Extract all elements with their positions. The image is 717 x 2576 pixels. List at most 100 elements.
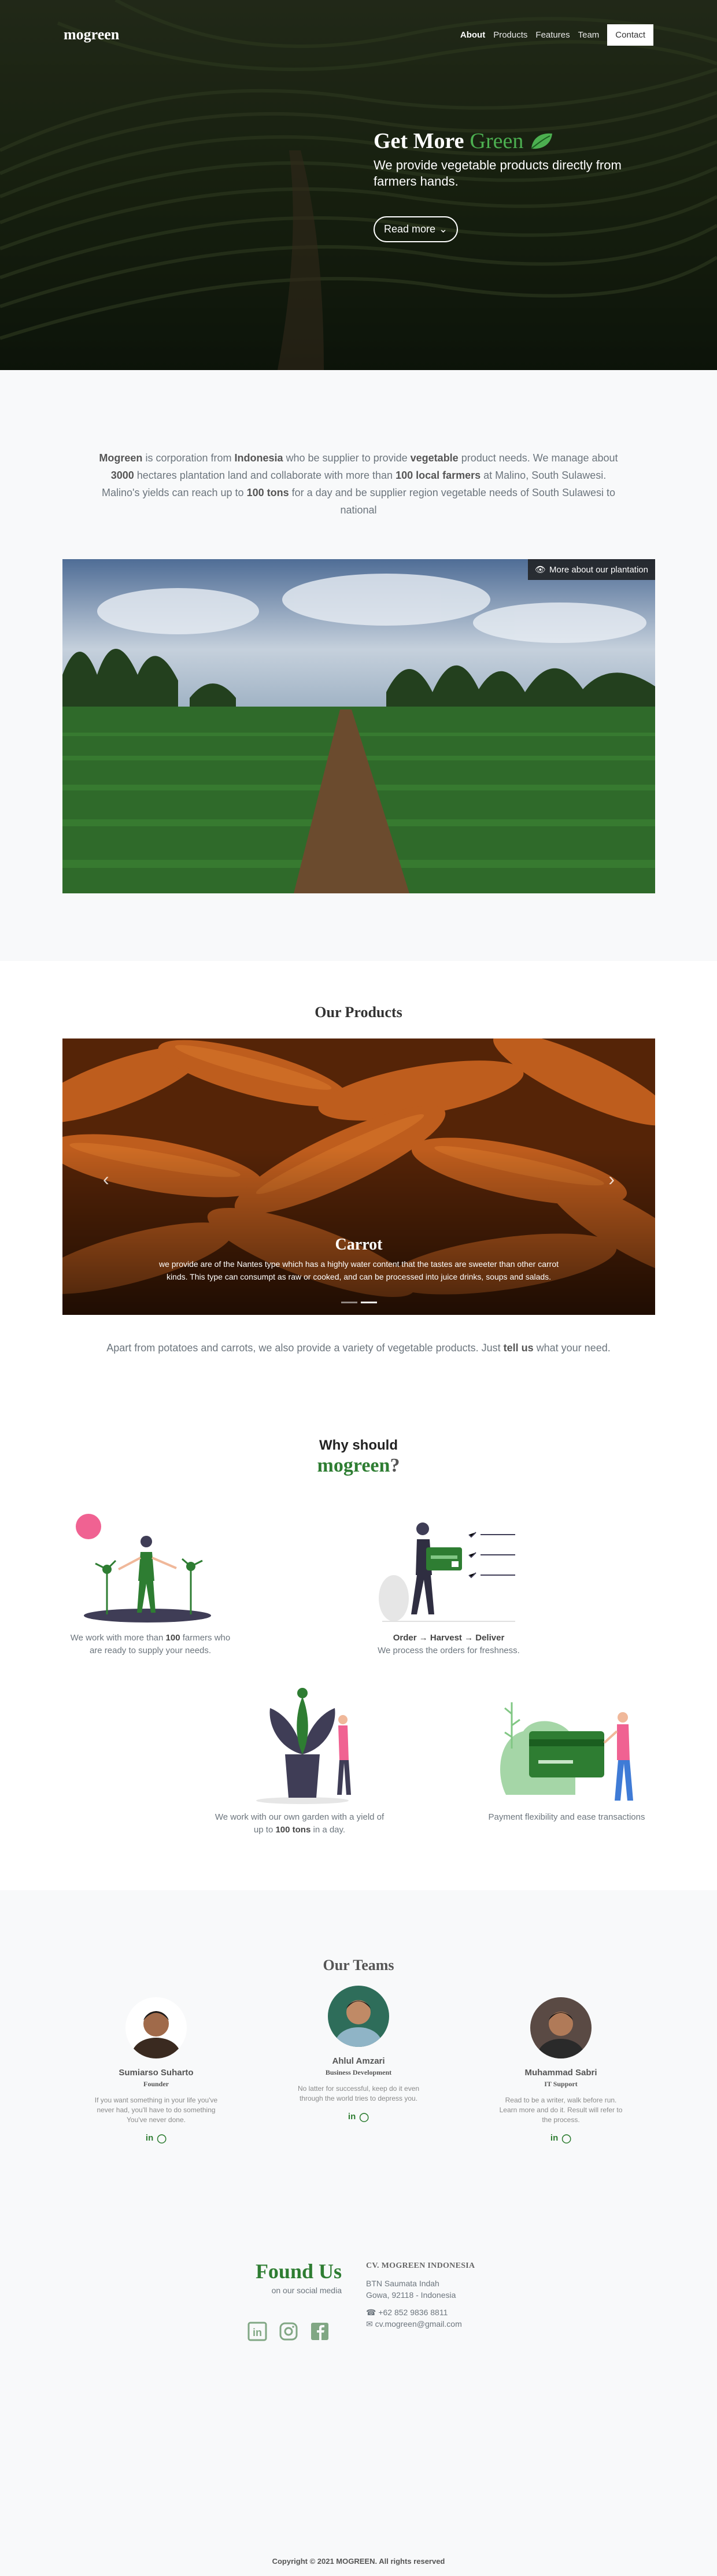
why-caption-payment: Payment flexibility and ease transaction…: [488, 1812, 645, 1822]
copyright: Copyright © 2021 MOGREEN. All rights res…: [272, 2557, 445, 2566]
plantation-image: [62, 559, 655, 893]
why-brand: mogreen: [317, 1455, 390, 1476]
member-name: Ahlul Amzari: [332, 2056, 385, 2066]
nav-link-features[interactable]: Features: [535, 30, 570, 40]
why-item-farmers: We work with more than 100 farmers who a…: [64, 1511, 237, 1657]
why-features: We work with more than 100 farmers who a…: [64, 1511, 653, 1835]
instagram-icon[interactable]: [279, 2322, 298, 2341]
teams-title: Our Teams: [323, 1957, 394, 1973]
why-caption-order: Order → Harvest → Deliver We process the …: [378, 1633, 520, 1655]
chevron-left-icon[interactable]: ‹: [103, 1169, 109, 1190]
about-highlight: Indonesia: [234, 452, 283, 464]
hero-section: mogreen About Products Features Team Con…: [0, 0, 717, 370]
about-highlight: 100 tons: [246, 487, 289, 498]
why-caption-farmers: We work with more than 100 farmers who a…: [70, 1633, 231, 1655]
about-text-segment: is corporation from: [142, 452, 235, 464]
social-icons: in: [247, 2322, 330, 2341]
phone-row: ☎ +62 852 9836 8811: [366, 2307, 475, 2318]
hero-text: Get More Green We provide vegetable prod…: [374, 128, 628, 242]
eye-icon: 👁: [535, 565, 546, 575]
why-question-mark: ?: [390, 1455, 400, 1476]
about-text: Mogreen is corporation from Indonesia wh…: [98, 449, 619, 519]
about-highlight: Mogreen: [99, 452, 143, 464]
products-carousel: ‹ › Carrot we provide are of the Nantes …: [62, 1038, 655, 1315]
hero-subtitle: We provide vegetable products directly f…: [374, 158, 622, 189]
member-role: Founder: [143, 2080, 169, 2088]
instagram-icon[interactable]: ◯: [561, 2133, 571, 2143]
carousel-slide-text: we provide are of the Nantes type which …: [158, 1259, 559, 1281]
farmer-illustration: [76, 1514, 211, 1623]
team-members: Sumiarso Suharto Founder If you want som…: [64, 1986, 653, 2143]
linkedin-icon[interactable]: in: [550, 2133, 558, 2143]
linkedin-icon[interactable]: in: [348, 2112, 356, 2122]
nav-link-team[interactable]: Team: [578, 30, 600, 40]
carousel-slide-title: Carrot: [335, 1236, 383, 1254]
products-title: Our Products: [315, 1004, 402, 1021]
plantation-more-label: More about our plantation: [549, 564, 648, 575]
why-item-payment: Payment flexibility and ease transaction…: [480, 1679, 653, 1824]
about-highlight: 100 local farmers: [396, 470, 481, 481]
read-more-button[interactable]: Read more ⌄: [374, 216, 459, 242]
carousel-indicators: [62, 1302, 655, 1303]
facebook-icon[interactable]: [310, 2322, 330, 2341]
instagram-icon[interactable]: ◯: [157, 2133, 167, 2143]
products-section: Our Products ‹ › Carrot we provide are o…: [0, 961, 717, 1407]
teams-section: Our Teams Sumiarso Suharto Founder If yo…: [0, 1890, 717, 2190]
brand-logo[interactable]: mogreen: [64, 26, 119, 43]
member-name: Sumiarso Suharto: [119, 2068, 194, 2078]
instagram-icon[interactable]: ◯: [359, 2112, 369, 2122]
about-highlight: vegetable: [410, 452, 459, 464]
found-us-subtitle: on our social media: [271, 2286, 342, 2295]
found-us-title: Found Us: [255, 2260, 342, 2283]
found-us: Found Us on our social media: [252, 2259, 342, 2295]
address-line-2: Gowa, 92118 - Indonesia: [366, 2290, 456, 2300]
why-caption-garden: We work with our own garden with a yield…: [215, 1812, 385, 1835]
phone-icon: ☎: [366, 2308, 376, 2317]
hero-title-prefix: Get More: [374, 129, 464, 153]
footer: Found Us on our social media in CV. MOGR…: [0, 2190, 717, 2576]
phone-number[interactable]: +62 852 9836 8811: [378, 2308, 448, 2317]
products-note: Apart from potatoes and carrots, we also…: [62, 1340, 655, 1355]
carousel-indicator[interactable]: [341, 1302, 357, 1303]
email-row: ✉ cv.mogreen@gmail.com: [366, 2318, 475, 2330]
team-member-card: Muhammad Sabri IT Support Read to be a w…: [468, 1997, 653, 2143]
about-highlight: 3000: [110, 470, 134, 481]
hero-title: Get More Green: [374, 128, 628, 154]
nav-link-about[interactable]: About: [460, 30, 485, 40]
member-socials: in ◯: [550, 2133, 571, 2143]
avatar: [125, 1997, 187, 2058]
tell-us-link[interactable]: tell us: [504, 1342, 534, 1354]
member-role: IT Support: [544, 2080, 578, 2088]
team-member-card: Ahlul Amzari Business Development No lat…: [266, 1986, 451, 2143]
chevron-right-icon[interactable]: ›: [608, 1169, 615, 1190]
company-info: CV. MOGREEN INDONESIA BTN Saumata Indah …: [366, 2260, 475, 2330]
about-text-segment: for a day and be supplier region vegetab…: [289, 487, 615, 516]
contact-button[interactable]: Contact: [607, 24, 653, 46]
linkedin-icon[interactable]: in: [247, 2322, 267, 2341]
plantation-photo: 👁 More about our plantation: [62, 559, 655, 893]
why-item-garden: We work with our own garden with a yield…: [213, 1679, 386, 1836]
about-section: Mogreen is corporation from Indonesia wh…: [0, 370, 717, 961]
payment-illustration: [500, 1702, 633, 1801]
hero-title-green: Green: [470, 129, 524, 153]
email-address[interactable]: cv.mogreen@gmail.com: [375, 2319, 462, 2329]
linkedin-icon[interactable]: in: [146, 2133, 153, 2143]
leaf-icon: [531, 133, 553, 149]
nav-links: About Products Features Team Contact: [460, 24, 653, 46]
carousel-indicator-active[interactable]: [360, 1302, 377, 1303]
why-item-order: Order → Harvest → Deliver We process the …: [362, 1511, 535, 1657]
member-socials: in ◯: [146, 2133, 167, 2143]
products-note-suffix: what your need.: [533, 1342, 611, 1354]
order-illustration: [379, 1522, 515, 1622]
member-bio: If you want something in your life you'v…: [94, 2096, 218, 2124]
member-name: Muhammad Sabri: [524, 2068, 597, 2078]
plantation-more-button[interactable]: 👁 More about our plantation: [528, 559, 655, 580]
nav-link-products[interactable]: Products: [493, 30, 527, 40]
avatar: [328, 1986, 389, 2047]
about-text-segment: product needs. We manage about: [458, 452, 618, 464]
why-brand-title: mogreen?: [64, 1455, 653, 1477]
garden-illustration: [256, 1688, 351, 1804]
svg-text:in: in: [253, 2327, 262, 2338]
member-bio: No latter for successful, keep do it eve…: [297, 2085, 420, 2102]
envelope-icon: ✉: [366, 2319, 373, 2329]
